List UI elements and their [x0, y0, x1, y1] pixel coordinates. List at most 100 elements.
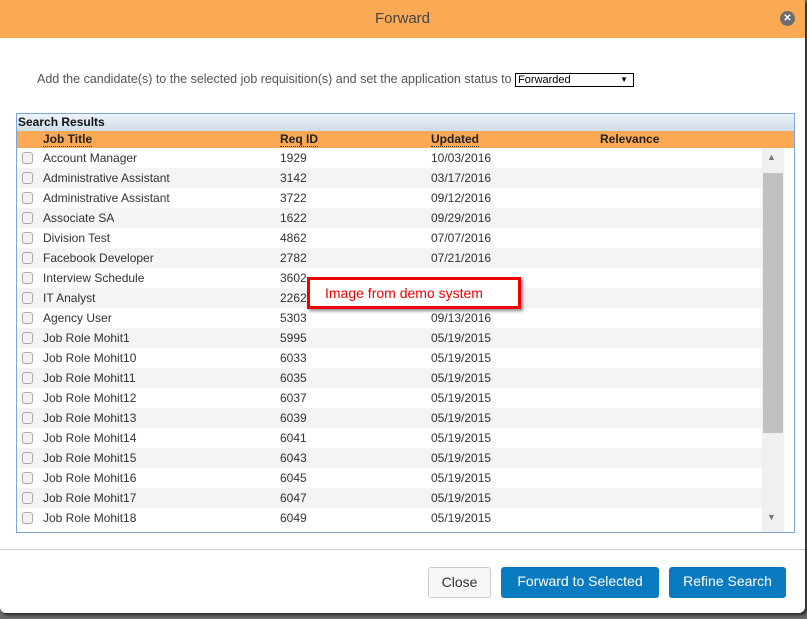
row-checkbox[interactable] — [22, 212, 33, 224]
req-id-cell: 6045 — [280, 471, 307, 485]
forward-to-selected-button[interactable]: Forward to Selected — [501, 567, 659, 598]
req-id-cell: 6041 — [280, 431, 307, 445]
table-header: Job Title Req ID Updated Relevance — [17, 131, 794, 148]
updated-cell: 05/19/2015 — [431, 411, 492, 425]
close-button[interactable]: Close — [428, 567, 491, 598]
table-row[interactable]: Job Role Mohit12 6037 05/19/2015 — [17, 388, 762, 408]
table-row[interactable]: Job Role Mohit11 6035 05/19/2015 — [17, 368, 762, 388]
forward-dialog: Forward ✕ Add the candidate(s) to the se… — [0, 0, 805, 613]
job-title-cell: Administrative Assistant — [43, 171, 170, 185]
scroll-up-icon[interactable]: ▲ — [767, 152, 776, 162]
updated-cell: 05/19/2015 — [431, 491, 492, 505]
job-title-cell: Job Role Mohit13 — [43, 411, 137, 425]
col-job-title[interactable]: Job Title — [43, 132, 93, 147]
col-updated[interactable]: Updated — [431, 132, 479, 147]
row-checkbox[interactable] — [22, 292, 33, 304]
annotation-label: Image from demo system — [307, 277, 521, 309]
table-row[interactable]: Administrative Assistant 3142 03/17/2016 — [17, 168, 762, 188]
updated-cell: 07/07/2016 — [431, 231, 492, 245]
updated-cell: 10/03/2016 — [431, 151, 492, 165]
row-checkbox[interactable] — [22, 432, 33, 444]
row-checkbox[interactable] — [22, 452, 33, 464]
table-row[interactable]: Job Role Mohit16 6045 05/19/2015 — [17, 468, 762, 488]
updated-cell: 05/19/2015 — [431, 471, 492, 485]
job-title-cell: Job Role Mohit17 — [43, 491, 137, 505]
table-row[interactable]: Division Test 4862 07/07/2016 — [17, 228, 762, 248]
dropdown-arrow-icon: ▼ — [620, 74, 629, 84]
updated-cell: 05/19/2015 — [431, 351, 492, 365]
row-checkbox[interactable] — [22, 152, 33, 164]
scroll-down-icon[interactable]: ▼ — [767, 512, 776, 522]
job-title-cell: Associate SA — [43, 211, 115, 225]
row-checkbox[interactable] — [22, 392, 33, 404]
job-title-cell: IT Analyst — [43, 291, 96, 305]
job-title-cell: Job Role Mohit15 — [43, 451, 137, 465]
table-row[interactable]: Account Manager 1929 10/03/2016 — [17, 148, 762, 168]
row-checkbox[interactable] — [22, 472, 33, 484]
row-checkbox[interactable] — [22, 492, 33, 504]
scrollbar[interactable]: ▲ ▼ — [762, 148, 784, 532]
job-title-cell: Account Manager — [43, 151, 138, 165]
req-id-cell: 1929 — [280, 151, 307, 165]
table-body: Account Manager 1929 10/03/2016 Administrat… — [17, 148, 762, 528]
row-checkbox[interactable] — [22, 352, 33, 364]
table-row[interactable]: Job Role Mohit17 6047 05/19/2015 — [17, 488, 762, 508]
col-relevance: Relevance — [600, 132, 660, 146]
table-row[interactable]: Job Role Mohit15 6043 05/19/2015 — [17, 448, 762, 468]
row-checkbox[interactable] — [22, 172, 33, 184]
updated-cell: 05/19/2015 — [431, 451, 492, 465]
table-row[interactable]: Administrative Assistant 3722 09/12/2016 — [17, 188, 762, 208]
status-select[interactable]: Forwarded ▼ — [515, 72, 635, 87]
job-title-cell: Job Role Mohit1 — [43, 331, 130, 345]
row-checkbox[interactable] — [22, 312, 33, 324]
req-id-cell: 5995 — [280, 331, 307, 345]
req-id-cell: 2262 — [280, 291, 307, 305]
table-row[interactable]: Facebook Developer 2782 07/21/2016 — [17, 248, 762, 268]
scrollbar-thumb[interactable] — [763, 173, 783, 433]
refine-search-button[interactable]: Refine Search — [669, 567, 786, 598]
job-title-cell: Job Role Mohit18 — [43, 511, 137, 525]
job-title-cell: Facebook Developer — [43, 251, 154, 265]
req-id-cell: 6047 — [280, 491, 307, 505]
close-icon[interactable]: ✕ — [780, 11, 795, 26]
row-checkbox[interactable] — [22, 372, 33, 384]
updated-cell: 09/12/2016 — [431, 191, 492, 205]
row-checkbox[interactable] — [22, 512, 33, 524]
req-id-cell: 4862 — [280, 231, 307, 245]
row-checkbox[interactable] — [22, 232, 33, 244]
row-checkbox[interactable] — [22, 252, 33, 264]
job-title-cell: Job Role Mohit11 — [43, 371, 136, 385]
req-id-cell: 6037 — [280, 391, 307, 405]
req-id-cell: 6049 — [280, 511, 307, 525]
row-checkbox[interactable] — [22, 272, 33, 284]
row-checkbox[interactable] — [22, 192, 33, 204]
req-id-cell: 6043 — [280, 451, 307, 465]
table-caption: Search Results — [17, 114, 794, 131]
row-checkbox[interactable] — [22, 412, 33, 424]
updated-cell: 05/19/2015 — [431, 431, 492, 445]
status-value: Forwarded — [518, 73, 571, 86]
col-req-id[interactable]: Req ID — [280, 132, 319, 147]
search-results-table: Search Results Job Title Req ID Updated … — [16, 113, 795, 533]
job-title-cell: Agency User — [43, 311, 112, 325]
updated-cell: 05/19/2015 — [431, 391, 492, 405]
updated-cell: 05/19/2015 — [431, 371, 492, 385]
job-title-cell: Administrative Assistant — [43, 191, 170, 205]
job-title-cell: Interview Schedule — [43, 271, 145, 285]
footer-divider — [0, 549, 805, 550]
row-checkbox[interactable] — [22, 332, 33, 344]
table-row[interactable]: Job Role Mohit10 6033 05/19/2015 — [17, 348, 762, 368]
req-id-cell: 3142 — [280, 171, 307, 185]
table-row[interactable]: Associate SA 1622 09/29/2016 — [17, 208, 762, 228]
status-prompt: Add the candidate(s) to the selected job… — [37, 72, 635, 87]
table-row[interactable]: Agency User 5303 09/13/2016 — [17, 308, 762, 328]
updated-cell: 03/17/2016 — [431, 171, 492, 185]
table-row[interactable]: Job Role Mohit14 6041 05/19/2015 — [17, 428, 762, 448]
job-title-cell: Division Test — [43, 231, 111, 245]
table-row[interactable]: Job Role Mohit18 6049 05/19/2015 — [17, 508, 762, 528]
table-row[interactable]: Job Role Mohit13 6039 05/19/2015 — [17, 408, 762, 428]
job-title-cell: Job Role Mohit14 — [43, 431, 137, 445]
req-id-cell: 6033 — [280, 351, 307, 365]
job-title-cell: Job Role Mohit10 — [43, 351, 137, 365]
table-row[interactable]: Job Role Mohit1 5995 05/19/2015 — [17, 328, 762, 348]
